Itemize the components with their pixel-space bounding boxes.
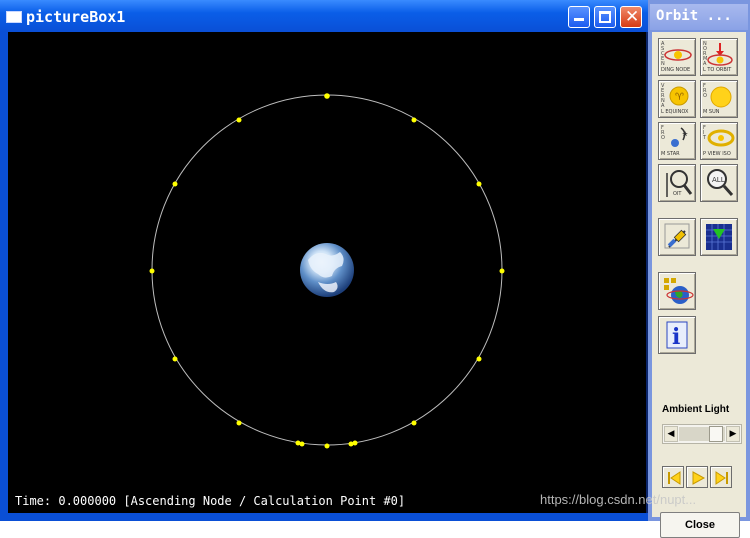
- from-sun-button[interactable]: FRO M SUN: [700, 80, 738, 118]
- window-icon[interactable]: [6, 11, 22, 23]
- grid-view-button[interactable]: [700, 218, 738, 256]
- normal-to-orbit-button[interactable]: NORMA L TO ORBIT: [700, 38, 738, 76]
- main-window: pictureBox1 ✕ Time: 0.000000 [Ascending …: [0, 0, 648, 521]
- minimize-button[interactable]: [568, 6, 590, 28]
- slider-left-arrow-icon[interactable]: ◀: [664, 426, 678, 442]
- window-frame-left: [0, 32, 8, 521]
- slider-thumb[interactable]: [709, 426, 723, 442]
- calc-point: [236, 420, 242, 426]
- svg-text:ALL: ALL: [712, 176, 725, 184]
- fit-view-icon: [707, 129, 735, 147]
- maximize-icon: [599, 11, 611, 23]
- play-icon: [692, 471, 706, 485]
- minimize-icon: [574, 18, 584, 21]
- tool-panel: ASCEN DING NODE NORMA L TO ORBIT VERNA ♈: [652, 32, 746, 538]
- satellite-view-button[interactable]: [658, 218, 696, 256]
- calc-point: [324, 93, 330, 99]
- grid-icon: [706, 224, 732, 250]
- calc-point: [149, 268, 155, 274]
- close-button[interactable]: Close: [660, 512, 740, 538]
- calc-point: [411, 420, 417, 426]
- orbit-tool-window: Orbit ... ASCEN DING NODE NORMA L TO ORB…: [648, 0, 750, 538]
- fit-view-button[interactable]: FIT P VIEW ISO: [700, 122, 738, 160]
- close-icon: ✕: [625, 7, 640, 27]
- ambient-light-slider[interactable]: ◀ ▶: [662, 424, 742, 444]
- calc-point: [172, 181, 178, 187]
- orbit-scene: [149, 93, 505, 449]
- tool-caption: M SUN: [703, 109, 720, 115]
- tool-caption: DING NODE: [661, 67, 691, 73]
- play-button[interactable]: [686, 466, 708, 488]
- svg-text:♈: ♈: [675, 92, 684, 103]
- tool-window-title: Orbit ...: [656, 8, 732, 24]
- earth-globe-icon: [664, 278, 694, 304]
- earth-icon: [300, 243, 354, 297]
- calc-point: [295, 440, 301, 446]
- step-back-icon: [668, 471, 681, 485]
- ascending-node-button[interactable]: ASCEN DING NODE: [658, 38, 696, 76]
- zoom-all-icon: ALL: [707, 169, 734, 196]
- ambient-light-label: Ambient Light: [662, 404, 730, 415]
- zoom-orbit-icon: OIT: [666, 170, 693, 197]
- calc-point: [476, 356, 482, 362]
- vernal-equinox-icon: ♈: [669, 86, 689, 106]
- calc-point: [476, 181, 482, 187]
- close-window-button[interactable]: ✕: [620, 6, 642, 28]
- tool-caption: L EQUINOX: [661, 109, 689, 115]
- tool-window-title-bar[interactable]: Orbit ...: [650, 4, 748, 30]
- tool-caption: M STAR: [661, 151, 680, 157]
- calc-point: [236, 117, 242, 123]
- orbit-canvas[interactable]: Time: 0.000000 [Ascending Node / Calcula…: [8, 32, 646, 513]
- calc-point: [411, 117, 417, 123]
- normal-to-orbit-icon: [707, 43, 733, 66]
- calc-point: [499, 268, 505, 274]
- status-text: Time: 0.000000 [Ascending Node / Calcula…: [15, 494, 406, 508]
- zoom-orbit-button[interactable]: OIT: [658, 164, 696, 202]
- svg-text:OIT: OIT: [673, 191, 682, 197]
- step-forward-icon: [715, 471, 728, 485]
- vernal-equinox-button[interactable]: VERNA ♈ L EQUINOX: [658, 80, 696, 118]
- svg-text:i: i: [672, 324, 680, 350]
- watermark: https://blog.csdn.net/nupt...: [540, 492, 697, 507]
- window-frame-bottom: [0, 513, 648, 521]
- info-icon: i: [666, 321, 688, 350]
- calc-point: [324, 443, 330, 449]
- window-title: pictureBox1: [26, 8, 126, 26]
- slider-right-arrow-icon[interactable]: ▶: [726, 426, 740, 442]
- step-forward-button[interactable]: [710, 466, 732, 488]
- info-button[interactable]: i: [658, 316, 696, 354]
- calc-point: [172, 356, 178, 362]
- ascending-node-icon: [664, 49, 692, 61]
- maximize-button[interactable]: [594, 6, 616, 28]
- satellite-icon: [664, 223, 690, 249]
- tool-caption: L TO ORBIT: [703, 67, 732, 73]
- calc-point: [348, 441, 354, 447]
- tool-caption: P VIEW ISO: [703, 151, 731, 157]
- step-back-button[interactable]: [662, 466, 684, 488]
- star-icon: [671, 127, 688, 147]
- zoom-all-button[interactable]: ALL: [700, 164, 738, 202]
- earth-view-button[interactable]: [658, 272, 696, 310]
- from-star-button[interactable]: FRO M STAR: [658, 122, 696, 160]
- title-bar[interactable]: pictureBox1 ✕: [0, 0, 648, 32]
- sun-icon: [710, 86, 732, 108]
